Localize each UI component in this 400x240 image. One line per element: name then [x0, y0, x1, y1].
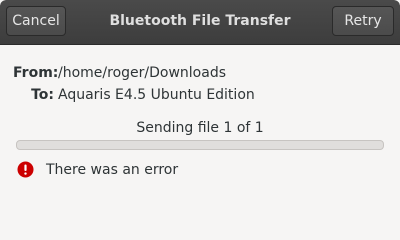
from-value: /home/roger/Downloads	[58, 65, 226, 81]
error-message: There was an error	[46, 162, 179, 178]
from-label: From:	[13, 65, 59, 81]
retry-button[interactable]: Retry	[332, 6, 394, 36]
transfer-status: Sending file 1 of 1	[136, 120, 264, 136]
bluetooth-transfer-window: Cancel Bluetooth File Transfer Retry Fro…	[0, 0, 400, 211]
to-row: To: Aquaris E4.5 Ubuntu Edition	[13, 87, 255, 103]
header-bar: Cancel Bluetooth File Transfer Retry	[0, 0, 400, 45]
to-value: Aquaris E4.5 Ubuntu Edition	[58, 87, 255, 103]
to-label: To:	[31, 87, 54, 103]
error-icon	[17, 161, 34, 178]
cancel-button[interactable]: Cancel	[6, 6, 66, 36]
progress-bar	[16, 140, 384, 150]
from-row: From:/home/roger/Downloads	[13, 65, 226, 81]
